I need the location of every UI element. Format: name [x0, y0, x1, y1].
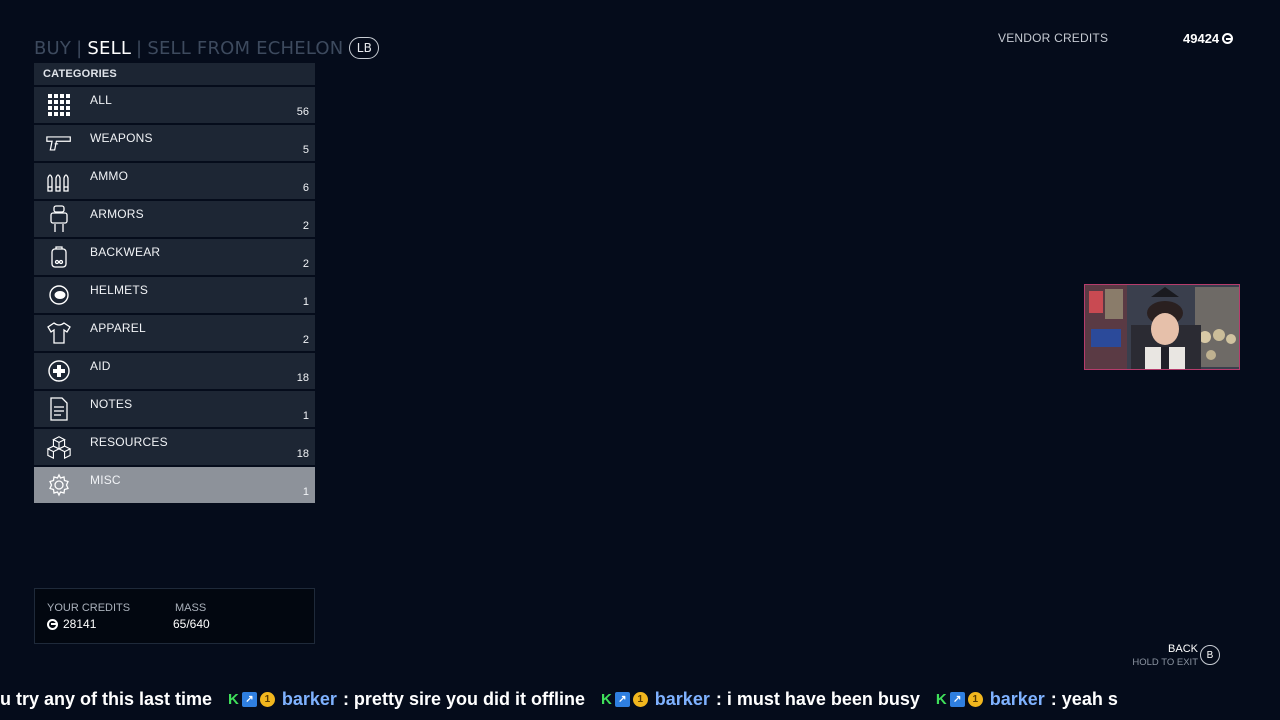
category-label: AID [90, 359, 111, 373]
kick-badge-icon: K [935, 690, 947, 708]
category-label: BACKWEAR [90, 245, 161, 259]
category-label: AMMO [90, 169, 129, 183]
category-row-aid[interactable]: AID 18 [34, 353, 315, 389]
chat-username: barker [281, 688, 337, 709]
moderator-badge-icon: ↗ [241, 691, 257, 707]
category-count: 6 [302, 182, 309, 194]
chat-ticker: u try any of this last time K ↗ 1 barker :… [0, 684, 1166, 714]
category-label: HELMETS [90, 283, 149, 297]
chat-badges: K ↗ 1 [228, 691, 275, 708]
category-row-ammo[interactable]: AMMO 6 [34, 163, 315, 199]
category-row-apparel[interactable]: APPAREL 2 [34, 315, 315, 351]
category-label: RESOURCES [90, 435, 168, 449]
lb-button-hint[interactable]: LB [349, 37, 380, 59]
category-label: NOTES [90, 397, 133, 411]
mass-label: MASS [175, 602, 207, 614]
your-credits-label: YOUR CREDITS [47, 602, 131, 614]
category-count: 1 [302, 296, 309, 308]
tab-sell-from-echelon[interactable]: SELL FROM ECHELON [147, 38, 343, 59]
chat-username: barker [989, 688, 1045, 709]
resource-cubes-icon [46, 435, 72, 459]
chat-message: : i must have been busy [715, 688, 920, 709]
chat-ticker-lead: u try any of this last time [0, 688, 213, 709]
category-row-armors[interactable]: ARMORS 2 [34, 201, 315, 237]
pistol-icon [46, 131, 72, 155]
credits-icon [47, 618, 58, 630]
category-count: 1 [302, 486, 309, 498]
category-count: 5 [302, 144, 309, 156]
mass-value: 65/640 [173, 617, 210, 631]
shirt-icon [46, 321, 72, 345]
category-label: ALL [90, 93, 112, 107]
chat-message: : pretty sire you did it offline [342, 688, 585, 709]
your-credits-amount: 28141 [63, 617, 97, 631]
helmet-icon [46, 283, 72, 307]
streamer-webcam [1084, 284, 1240, 370]
category-list: ALL 56 WEAPONS 5 AMMO 6 ARMORS 2 BACKWEAR 2 HELMET… [34, 87, 315, 503]
back-label: BACK [1168, 643, 1198, 655]
chat-message: : yeah s [1050, 688, 1118, 709]
note-icon [46, 397, 72, 421]
tab-separator: | [136, 37, 143, 59]
backpack-icon [46, 245, 72, 269]
medkit-icon [46, 359, 72, 383]
category-label: WEAPONS [90, 131, 153, 145]
subscriber-badge-icon: 1 [632, 691, 648, 707]
vendor-tabs: BUY | SELL | SELL FROM ECHELON LB [34, 36, 380, 60]
category-row-weapons[interactable]: WEAPONS 5 [34, 125, 315, 161]
kick-badge-icon: K [600, 690, 612, 708]
back-control[interactable]: BACK HOLD TO EXIT B [1132, 643, 1244, 669]
category-label: ARMORS [90, 207, 144, 221]
category-panel: CATEGORIES ALL 56 WEAPONS 5 AMMO 6 ARMORS 2 BACK… [34, 63, 315, 503]
categories-header: CATEGORIES [34, 63, 315, 85]
vendor-credits-amount: 49424 [1183, 31, 1220, 46]
category-row-misc[interactable]: MISC 1 [34, 467, 315, 503]
tab-buy[interactable]: BUY [34, 38, 71, 59]
moderator-badge-icon: ↗ [614, 691, 630, 707]
subscriber-badge-icon: 1 [259, 691, 275, 707]
tab-separator: | [76, 37, 83, 59]
webcam-image [1085, 285, 1239, 369]
chat-badges: K ↗ 1 [936, 691, 983, 708]
category-row-notes[interactable]: NOTES 1 [34, 391, 315, 427]
kick-badge-icon: K [228, 690, 239, 708]
subscriber-badge-icon: 1 [967, 691, 983, 707]
category-label: MISC [90, 473, 121, 487]
gear-icon [46, 473, 72, 497]
player-stats-box: YOUR CREDITS 28141 MASS 65/640 [34, 588, 315, 644]
grid-icon [46, 93, 72, 117]
category-row-all[interactable]: ALL 56 [34, 87, 315, 123]
moderator-badge-icon: ↗ [949, 691, 965, 707]
vendor-credits-label: VENDOR CREDITS [998, 31, 1109, 45]
chat-username: barker [654, 688, 710, 709]
category-count: 18 [296, 448, 309, 460]
hold-to-exit-label: HOLD TO EXIT [1132, 657, 1198, 668]
b-button-icon[interactable]: B [1200, 645, 1220, 665]
armor-icon [46, 205, 72, 232]
category-count: 2 [302, 258, 309, 270]
category-row-resources[interactable]: RESOURCES 18 [34, 429, 315, 465]
category-count: 2 [302, 334, 309, 346]
category-label: APPAREL [90, 321, 146, 335]
ammo-icon [46, 169, 72, 193]
your-credits-value: 28141 [47, 617, 96, 631]
category-count: 1 [302, 410, 309, 422]
tab-sell[interactable]: SELL [87, 38, 131, 59]
category-count: 18 [296, 372, 309, 384]
category-count: 56 [296, 106, 309, 118]
chat-badges: K ↗ 1 [601, 691, 648, 708]
category-row-backwear[interactable]: BACKWEAR 2 [34, 239, 315, 275]
credits-icon [1222, 33, 1234, 44]
category-count: 2 [302, 220, 309, 232]
category-row-helmets[interactable]: HELMETS 1 [34, 277, 315, 313]
vendor-credits-value: 49424 [1183, 31, 1234, 46]
